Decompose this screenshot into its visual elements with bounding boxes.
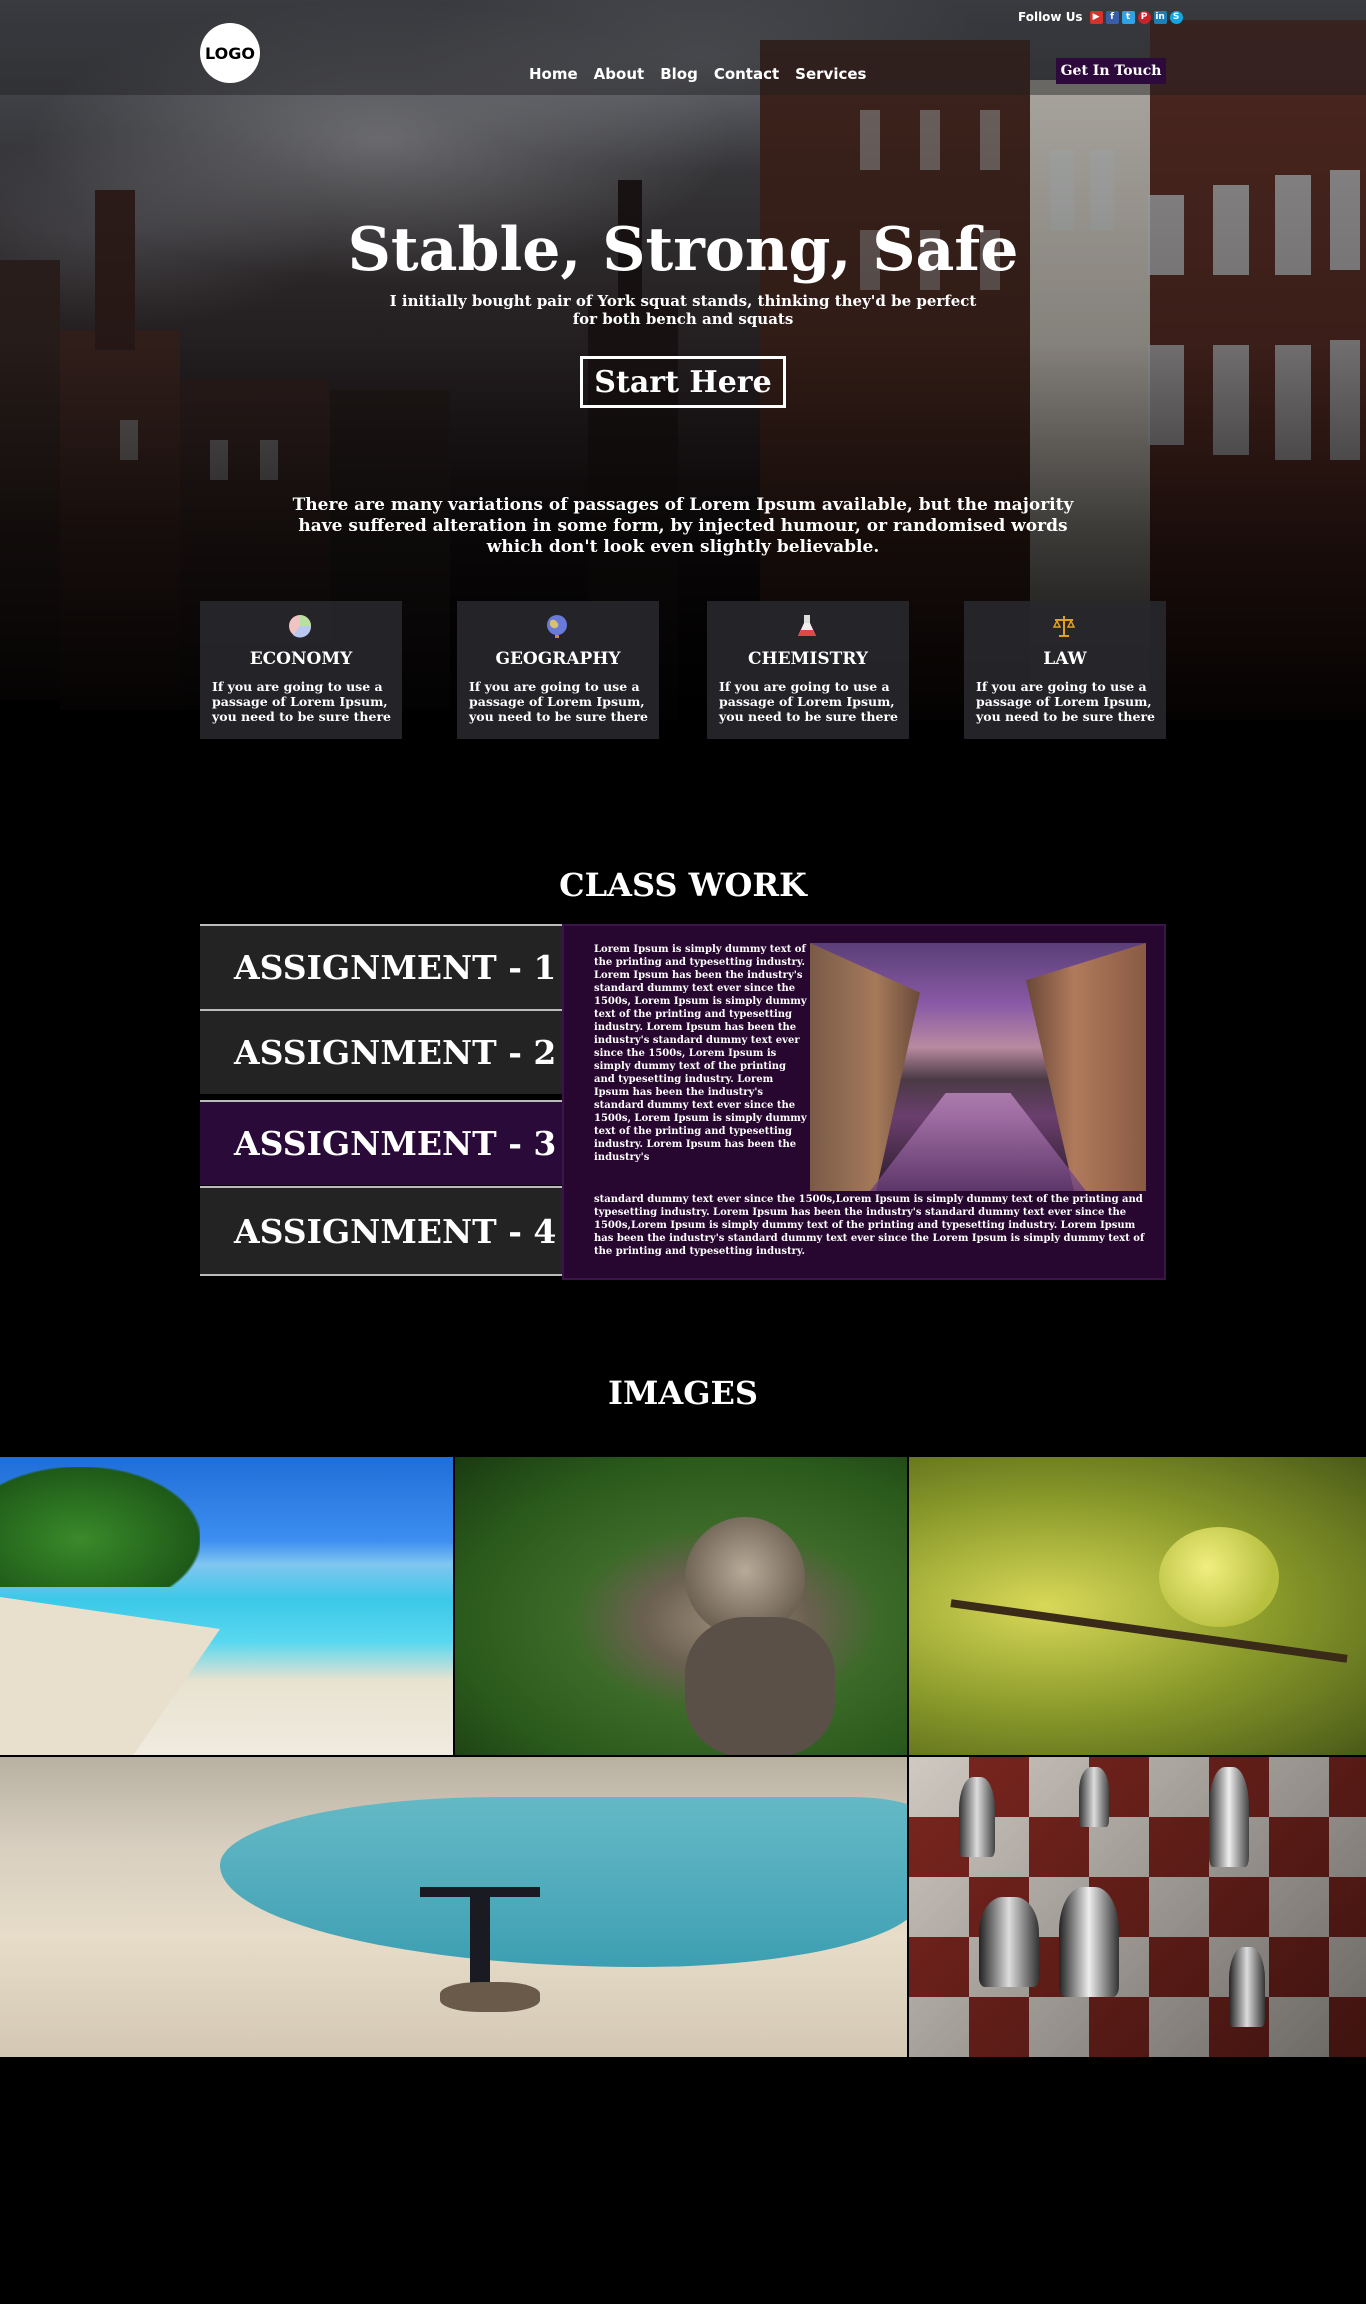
images-title: IMAGES bbox=[607, 1374, 759, 1412]
tab-assignment-3[interactable]: ASSIGNMENT - 3 bbox=[200, 1100, 562, 1185]
main-nav: Home About Blog Contact Services bbox=[529, 65, 866, 83]
card-title: CHEMISTRY bbox=[748, 649, 868, 669]
image-gallery bbox=[0, 1457, 1366, 2057]
card-text: If you are going to use a passage of Lor… bbox=[719, 679, 899, 724]
nav-home[interactable]: Home bbox=[529, 65, 578, 83]
assignment-text-bottom: standard dummy text ever since the 1500s… bbox=[594, 1194, 1145, 1257]
card-economy[interactable]: ECONOMY If you are going to use a passag… bbox=[200, 601, 402, 739]
facebook-icon[interactable]: f bbox=[1105, 10, 1119, 24]
hero-subtitle: I initially bought pair of York squat st… bbox=[389, 292, 977, 328]
card-law[interactable]: LAW If you are going to use a passage of… bbox=[964, 601, 1166, 739]
youtube-icon[interactable]: ▶ bbox=[1089, 10, 1103, 24]
river-delta-image[interactable] bbox=[0, 1757, 907, 2057]
card-text: If you are going to use a passage of Lor… bbox=[469, 679, 649, 724]
subject-cards: ECONOMY If you are going to use a passag… bbox=[200, 601, 1166, 739]
card-title: GEOGRAPHY bbox=[495, 649, 621, 669]
hero-title: Stable, Strong, Safe bbox=[347, 215, 1019, 285]
linkedin-icon[interactable]: in bbox=[1153, 10, 1167, 24]
nav-contact[interactable]: Contact bbox=[714, 65, 779, 83]
card-chemistry[interactable]: CHEMISTRY If you are going to use a pass… bbox=[707, 601, 909, 739]
follow-label: Follow Us bbox=[1018, 10, 1083, 24]
nav-about[interactable]: About bbox=[594, 65, 645, 83]
pie-chart-icon bbox=[286, 613, 314, 641]
venice-canal-image bbox=[810, 943, 1146, 1191]
skype-icon[interactable]: S bbox=[1169, 10, 1183, 24]
logo[interactable]: LOGO bbox=[200, 23, 260, 83]
card-text: If you are going to use a passage of Lor… bbox=[976, 679, 1156, 724]
bird-image[interactable] bbox=[909, 1457, 1366, 1755]
twitter-icon[interactable]: t bbox=[1121, 10, 1135, 24]
start-here-button[interactable]: Start Here bbox=[580, 356, 786, 408]
chess-image[interactable] bbox=[909, 1757, 1366, 2057]
card-text: If you are going to use a passage of Lor… bbox=[212, 679, 392, 724]
flask-icon bbox=[793, 613, 821, 641]
nav-services[interactable]: Services bbox=[795, 65, 866, 83]
tab-assignment-1[interactable]: ASSIGNMENT - 1 bbox=[200, 924, 562, 1009]
hero-paragraph: There are many variations of passages of… bbox=[292, 495, 1074, 557]
scales-icon bbox=[1050, 613, 1078, 641]
tab-assignment-4[interactable]: ASSIGNMENT - 4 bbox=[200, 1186, 562, 1276]
kitten-image[interactable] bbox=[455, 1457, 907, 1755]
assignment-text: Lorem Ipsum is simply dummy text of the … bbox=[594, 944, 807, 1163]
nav-blog[interactable]: Blog bbox=[660, 65, 698, 83]
beach-image[interactable] bbox=[0, 1457, 453, 1755]
card-geography[interactable]: GEOGRAPHY If you are going to use a pass… bbox=[457, 601, 659, 739]
assignment-tabs: ASSIGNMENT - 1 ASSIGNMENT - 2 ASSIGNMENT… bbox=[200, 924, 562, 1276]
assignment-panel: Lorem Ipsum is simply dummy text of the … bbox=[562, 924, 1166, 1280]
tab-assignment-2[interactable]: ASSIGNMENT - 2 bbox=[200, 1009, 562, 1094]
card-title: ECONOMY bbox=[249, 649, 353, 669]
classwork-title: CLASS WORK bbox=[559, 866, 807, 904]
pinterest-icon[interactable]: P bbox=[1137, 10, 1151, 24]
follow-us: Follow Us ▶ f t P in S bbox=[1018, 10, 1183, 24]
get-in-touch-button[interactable]: Get In Touch bbox=[1056, 58, 1166, 84]
globe-icon bbox=[543, 613, 571, 641]
card-title: LAW bbox=[1043, 649, 1087, 669]
